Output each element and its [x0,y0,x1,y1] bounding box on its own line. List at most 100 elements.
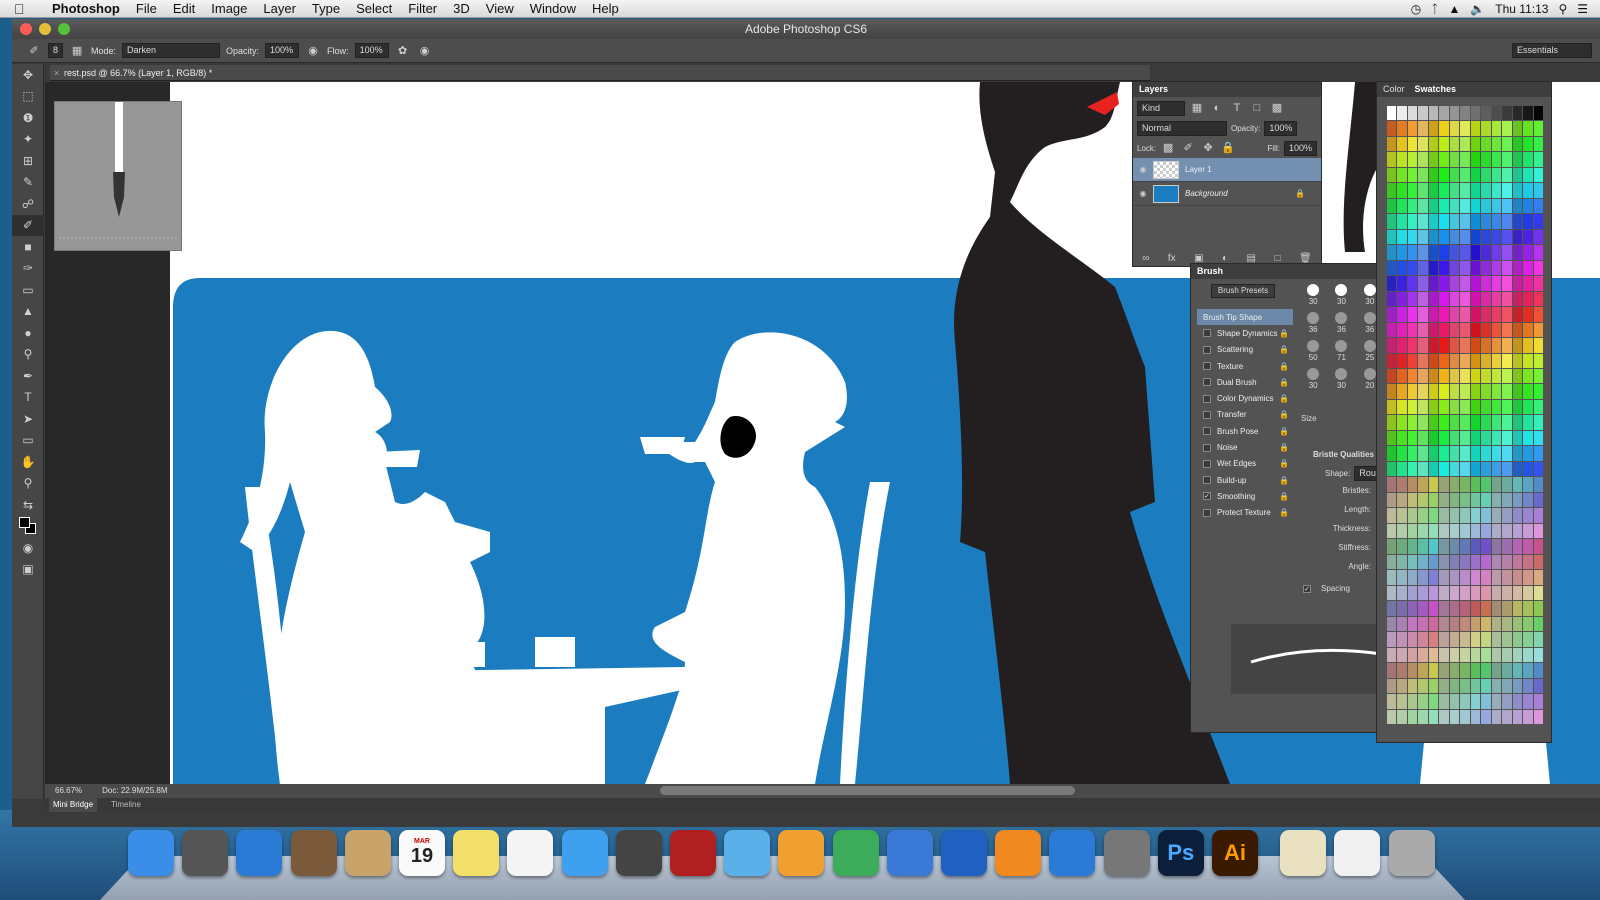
swatch[interactable] [1512,678,1523,694]
swatch[interactable] [1491,121,1502,136]
swatch[interactable] [1502,338,1512,353]
swatch[interactable] [1449,508,1460,523]
swatch[interactable] [1460,229,1470,245]
swatch[interactable] [1481,276,1491,291]
swatch[interactable] [1523,229,1533,245]
swatch[interactable] [1407,601,1418,616]
swatch[interactable] [1460,198,1470,214]
swatch[interactable] [1387,291,1397,307]
swap-colors-icon[interactable]: ⇆ [12,494,44,516]
swatch[interactable] [1533,492,1543,508]
swatch[interactable] [1481,461,1491,477]
swatch[interactable] [1512,508,1523,523]
swatch[interactable] [1481,477,1491,492]
eyedropper-tool-icon[interactable]: ✎ [12,172,44,194]
swatch[interactable] [1491,508,1502,523]
swatch[interactable] [1407,523,1418,539]
swatch[interactable] [1439,477,1449,492]
swatch[interactable] [1470,492,1481,508]
swatch[interactable] [1449,353,1460,368]
swatch[interactable] [1439,198,1449,214]
swatch[interactable] [1418,694,1428,709]
brush-option-checkbox[interactable] [1203,329,1211,338]
brush-option-wet-edges[interactable]: Wet Edges 🔒 [1197,456,1293,472]
swatch[interactable] [1512,446,1523,461]
swatch[interactable] [1387,245,1397,260]
brush-option-checkbox[interactable] [1203,362,1211,371]
swatch[interactable] [1512,136,1523,152]
spotlight-icon[interactable]: ⚲ [1558,2,1567,16]
swatch[interactable] [1397,198,1407,214]
swatch[interactable] [1397,276,1407,291]
dock-safari-icon[interactable] [236,830,283,876]
swatch[interactable] [1428,461,1439,477]
swatch[interactable] [1407,260,1418,276]
swatch[interactable] [1428,709,1439,724]
swatch[interactable] [1449,430,1460,446]
swatch[interactable] [1481,384,1491,399]
swatch[interactable] [1407,399,1418,415]
menu-type[interactable]: Type [304,1,348,16]
swatch[interactable] [1397,461,1407,477]
swatch[interactable] [1481,709,1491,724]
swatch[interactable] [1449,198,1460,214]
swatch[interactable] [1387,121,1397,136]
swatch[interactable] [1397,663,1407,678]
brush-option-smoothing[interactable]: ✓ Smoothing 🔒 [1197,488,1293,504]
swatch[interactable] [1418,260,1428,276]
swatch[interactable] [1460,570,1470,585]
dock-itunes-icon[interactable] [941,830,987,876]
brush-tip[interactable]: 50 [1299,340,1327,362]
swatch[interactable] [1439,492,1449,508]
swatch[interactable] [1470,647,1481,663]
swatch[interactable] [1512,477,1523,492]
swatch[interactable] [1491,415,1502,430]
swatch[interactable] [1481,508,1491,523]
swatch[interactable] [1439,461,1449,477]
lock-icon[interactable]: 🔒 [1279,394,1289,403]
swatch[interactable] [1533,322,1543,338]
swatch[interactable] [1481,152,1491,167]
swatch[interactable] [1449,229,1460,245]
brush-tip[interactable]: 71 [1327,340,1355,362]
swatch[interactable] [1533,709,1543,724]
swatch[interactable] [1481,632,1491,647]
lock-image-icon[interactable]: ✐ [1180,140,1196,156]
dock-iphoto-icon[interactable] [724,830,771,876]
swatch[interactable] [1449,616,1460,632]
menu-app[interactable]: Photoshop [44,1,128,16]
swatch[interactable] [1533,368,1543,384]
swatch[interactable] [1397,106,1407,121]
swatch[interactable] [1418,601,1428,616]
swatch[interactable] [1439,136,1449,152]
swatch[interactable] [1439,338,1449,353]
swatch[interactable] [1512,353,1523,368]
lock-icon[interactable]: 🔒 [1279,492,1289,501]
lock-icon[interactable]: 🔒 [1279,427,1289,436]
swatch[interactable] [1470,461,1481,477]
foreground-background-color-icon[interactable] [12,516,44,538]
brush-option-transfer[interactable]: Transfer 🔒 [1197,407,1293,423]
swatch[interactable] [1387,523,1397,539]
swatch[interactable] [1491,307,1502,322]
brush-tip[interactable]: 30 [1299,368,1327,390]
swatch[interactable] [1428,338,1439,353]
swatch[interactable] [1481,338,1491,353]
swatch[interactable] [1449,415,1460,430]
swatch[interactable] [1428,694,1439,709]
flow-input[interactable]: 100% [354,43,389,58]
swatch[interactable] [1397,214,1407,229]
document-tab[interactable]: × rest.psd @ 66.7% (Layer 1, RGB/8) * [50,65,1150,81]
swatch[interactable] [1460,384,1470,399]
swatch[interactable] [1502,260,1512,276]
swatch[interactable] [1502,492,1512,508]
swatch[interactable] [1439,245,1449,260]
swatch[interactable] [1397,430,1407,446]
swatch[interactable] [1491,276,1502,291]
swatch[interactable] [1407,338,1418,353]
swatch[interactable] [1512,430,1523,446]
swatch[interactable] [1387,198,1397,214]
swatch[interactable] [1407,307,1418,322]
swatch[interactable] [1460,539,1470,554]
swatch[interactable] [1512,152,1523,167]
